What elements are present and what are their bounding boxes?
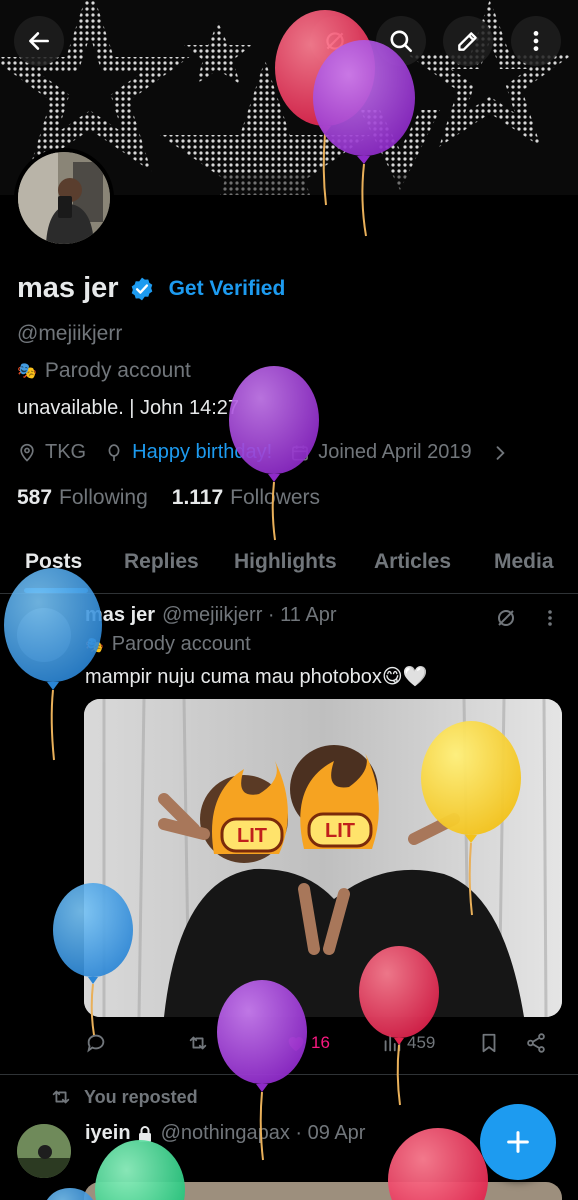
profile-name: mas jer — [17, 272, 119, 304]
calendar-icon — [292, 445, 309, 460]
parody-icon — [326, 32, 344, 50]
post-parody-label: Parody account — [111, 633, 251, 655]
verified-badge-icon[interactable] — [129, 276, 155, 302]
profile-avatar[interactable] — [14, 148, 114, 248]
edit-profile-button[interactable] — [443, 16, 493, 66]
followers-link[interactable]: 1.117 Followers — [172, 486, 320, 510]
profile-location: TKG — [45, 441, 87, 463]
parody-label: Parody account — [44, 359, 191, 382]
compose-post-button[interactable] — [480, 1104, 556, 1180]
profile-bio: unavailable. | John 14:27 — [17, 397, 240, 419]
reply-icon — [87, 1034, 105, 1053]
post-author-meta: @mejiikjerr · 11 Apr — [162, 604, 337, 626]
active-tab-indicator — [24, 588, 88, 593]
avatar-photo — [18, 152, 110, 244]
post-parody-icon — [498, 610, 514, 626]
like-button[interactable]: 16 — [285, 1032, 330, 1054]
reply-button[interactable] — [85, 1032, 107, 1054]
post-avatar[interactable] — [17, 608, 71, 662]
arrow-left-icon — [29, 32, 49, 50]
repost-avatar-photo — [17, 1124, 71, 1178]
repost-indicator: You reposted — [50, 1086, 198, 1108]
repost-icon — [189, 1036, 207, 1050]
repost-author-meta: @nothingapax · 09 Apr — [160, 1122, 366, 1144]
profile-handle: @mejiikjerr — [17, 322, 123, 345]
birthday-link[interactable]: Happy birthday! — [132, 441, 272, 464]
back-button[interactable] — [14, 16, 64, 66]
parody-indicator-button[interactable] — [310, 16, 360, 66]
tab-articles[interactable]: Articles — [374, 550, 451, 574]
lit-sticker-label-2: LIT — [325, 820, 355, 842]
bookmark-button[interactable] — [478, 1032, 500, 1054]
following-label: Following — [59, 486, 148, 509]
search-button[interactable] — [376, 16, 426, 66]
tab-posts[interactable]: Posts — [25, 550, 82, 574]
post-parody-mask-icon: 🎭 — [85, 636, 104, 654]
lit-sticker-label-1: LIT — [237, 825, 267, 847]
views-button[interactable]: 459 — [381, 1032, 435, 1054]
follow-stats: 587 Following 1.117 Followers — [17, 486, 344, 510]
parody-badge: 🎭 Parody account — [17, 359, 191, 383]
post-parody-badge: 🎭 Parody account — [85, 633, 251, 656]
followers-count: 1.117 — [171, 486, 224, 509]
more-options-button[interactable] — [511, 16, 561, 66]
like-count: 16 — [311, 1033, 330, 1052]
repost-media-preview[interactable] — [84, 1182, 562, 1200]
tab-highlights[interactable]: Highlights — [234, 550, 337, 574]
view-count: 459 — [407, 1033, 436, 1052]
bookmark-icon — [482, 1033, 496, 1053]
balloon-icon — [108, 443, 120, 461]
repost-author-avatar[interactable] — [17, 1124, 71, 1178]
post-more-icon[interactable] — [540, 606, 560, 630]
repost-icon — [52, 1090, 70, 1104]
post-media-photo[interactable]: LIT LIT — [84, 699, 562, 1017]
post-author-name[interactable]: mas jer — [85, 604, 155, 627]
photobox-image: LIT LIT — [84, 699, 562, 1017]
tab-media[interactable]: Media — [494, 550, 554, 574]
get-verified-link[interactable]: Get Verified — [169, 277, 286, 301]
post-header: mas jer @mejiikjerr · 11 Apr — [85, 604, 336, 627]
views-bar-chart-icon — [384, 1034, 401, 1052]
location-icon — [20, 443, 34, 462]
heart-filled-icon — [288, 1037, 304, 1052]
share-button[interactable] — [525, 1032, 547, 1054]
search-icon — [390, 30, 413, 53]
post-divider — [0, 1074, 578, 1075]
profile-tabs: Posts Replies Highlights Articles Media — [0, 540, 578, 594]
joined-date: Joined April 2019 — [318, 441, 472, 463]
repost-button[interactable] — [187, 1032, 209, 1054]
tab-replies[interactable]: Replies — [124, 550, 199, 574]
repost-label: You reposted — [84, 1086, 198, 1107]
repost-header: iyein @nothingapax · 09 Apr — [85, 1122, 365, 1145]
parody-mask-icon: 🎭 — [17, 363, 37, 380]
following-count: 587 — [17, 486, 53, 509]
post-text: mampir nuju cuma mau photobox😋🤍 — [85, 666, 428, 688]
chevron-right-icon[interactable] — [490, 443, 510, 463]
lock-icon — [138, 1125, 151, 1142]
profile-meta: TKG Happy birthday! Joined April 2019 — [17, 441, 518, 464]
followers-label: Followers — [230, 486, 321, 509]
following-link[interactable]: 587 Following — [17, 486, 148, 510]
post-actions: 16 459 — [85, 1032, 555, 1062]
share-icon — [527, 1033, 545, 1053]
repost-author-name[interactable]: iyein — [85, 1122, 131, 1145]
edit-icon — [458, 32, 477, 51]
more-vertical-icon — [533, 31, 539, 51]
plus-icon — [507, 1131, 529, 1153]
